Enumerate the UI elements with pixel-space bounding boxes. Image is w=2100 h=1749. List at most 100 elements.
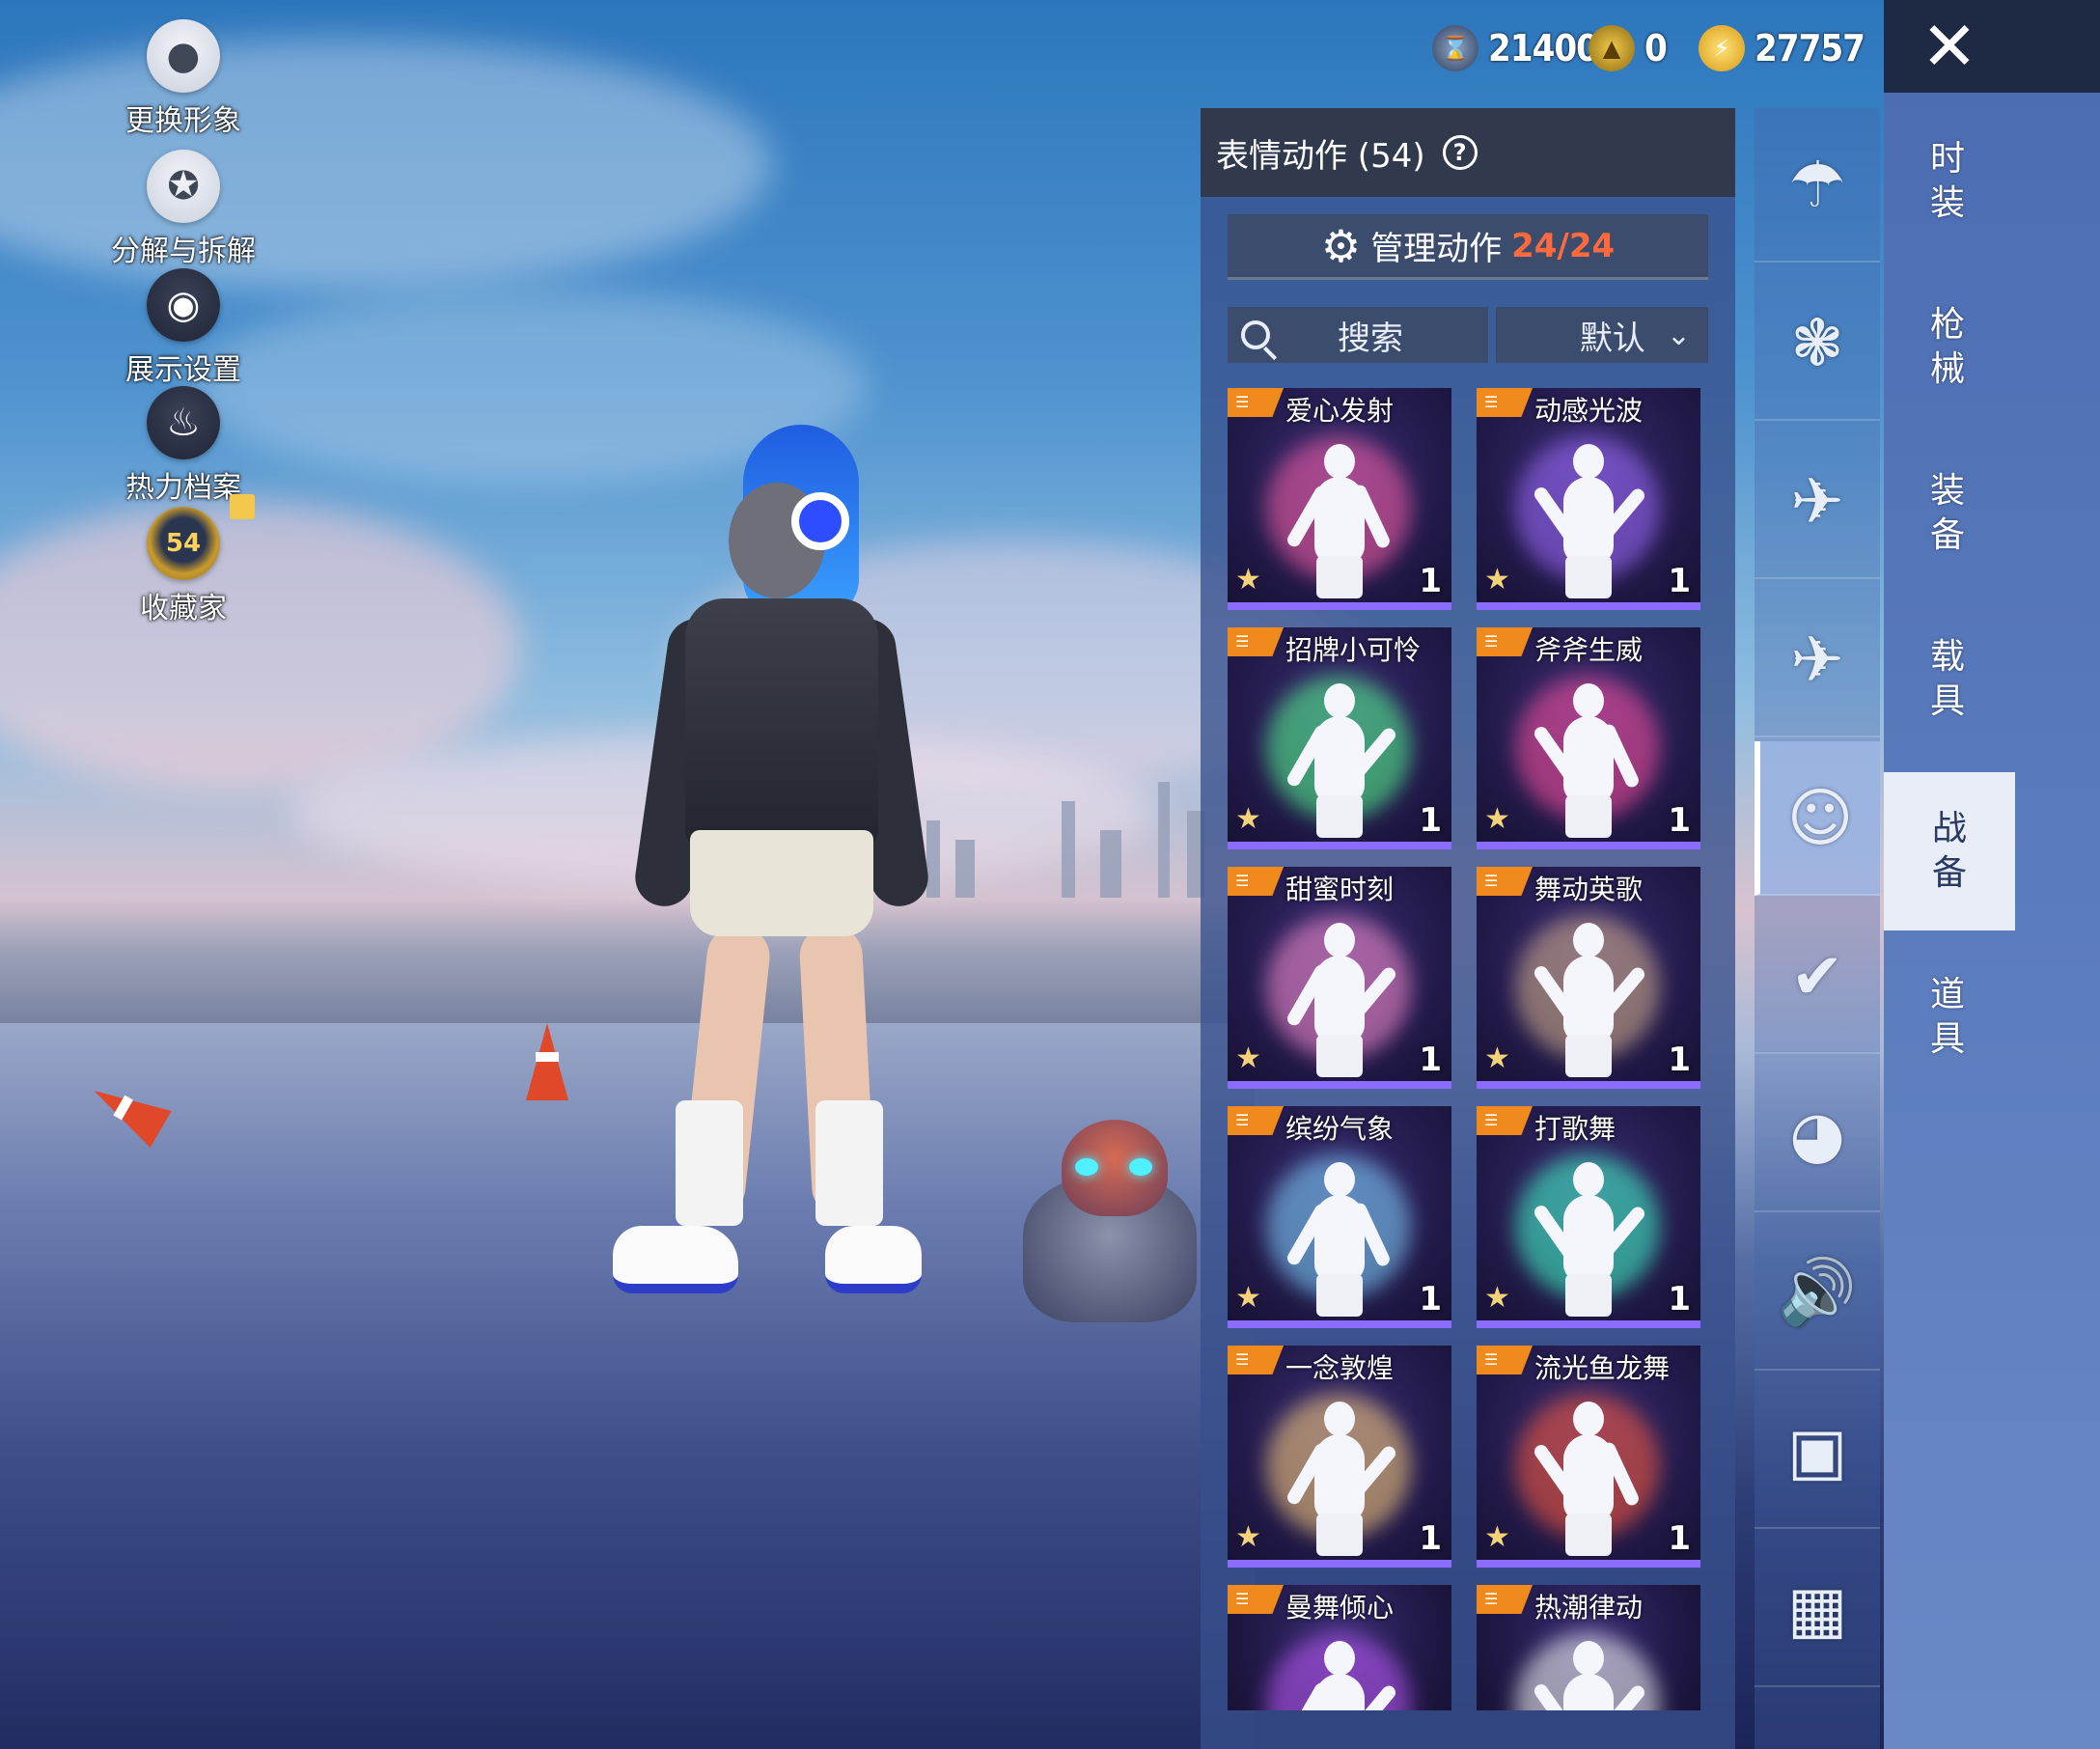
- character-sock: [676, 1100, 743, 1226]
- emote-tag-icon: ☰: [1477, 1106, 1533, 1135]
- gift-icon[interactable]: [230, 494, 255, 519]
- star-icon: ★: [1235, 1281, 1261, 1315]
- emote-count: 1: [1668, 1519, 1691, 1558]
- emote-card[interactable]: ☰ 热潮律动: [1477, 1585, 1700, 1710]
- star-icon: ★: [1484, 563, 1510, 597]
- category-label-char: 时: [1929, 139, 1965, 179]
- emote-card[interactable]: ☰ 舞动英歌 ★ 1: [1477, 867, 1700, 1089]
- figure-head: [1324, 1402, 1355, 1436]
- robot-icon: ◕: [1789, 1097, 1845, 1172]
- figure-body: [1314, 1674, 1365, 1710]
- airplane-icon: ✈: [1790, 622, 1844, 697]
- emote-card[interactable]: ☰ 打歌舞 ★ 1: [1477, 1106, 1700, 1328]
- sort-dropdown[interactable]: 默认 ⌄: [1496, 307, 1708, 363]
- left-menu-label: 更换形象: [125, 104, 241, 138]
- subcategory-skydive[interactable]: ❃: [1755, 266, 1880, 421]
- close-icon: ✕: [1920, 7, 1978, 86]
- tab-fashion[interactable]: 时装: [1884, 102, 2011, 261]
- parachute-icon: ☂: [1788, 147, 1846, 222]
- emote-card[interactable]: ☰ 动感光波 ★ 1: [1477, 388, 1700, 610]
- emote-title: 曼舞倾心: [1285, 1592, 1395, 1624]
- figure-body: [1314, 1434, 1365, 1521]
- character-shorts: [690, 830, 873, 936]
- emote-tag-icon: ☰: [1228, 1585, 1284, 1614]
- help-icon[interactable]: ?: [1442, 135, 1478, 170]
- tab-weapons[interactable]: 枪械: [1884, 268, 2011, 427]
- emote-title: 打歌舞: [1534, 1113, 1616, 1145]
- airplane-trail-icon: ✈: [1790, 463, 1844, 539]
- puzzle-icon: ✪: [147, 150, 220, 223]
- figure-body: [1563, 1674, 1614, 1710]
- emote-tag-icon: ☰: [1477, 1346, 1533, 1374]
- emote-card[interactable]: ☰ 一念敦煌 ★ 1: [1228, 1346, 1451, 1568]
- lightning-coin-icon: ⚡: [1699, 25, 1745, 71]
- category-label-char: 备: [1929, 515, 1965, 555]
- figure-head: [1324, 1641, 1355, 1676]
- category-label-char: 具: [1929, 681, 1965, 721]
- star-icon: ★: [1235, 802, 1261, 836]
- tab-items[interactable]: 道具: [1884, 938, 2011, 1097]
- emote-count: 1: [1668, 801, 1691, 840]
- change-appearance-button[interactable]: ● 更换形象: [106, 19, 261, 139]
- figure-legs: [1565, 556, 1612, 598]
- category-label-char: 械: [1929, 349, 1965, 389]
- collector-badge-icon: 54: [147, 507, 220, 580]
- emote-count: 1: [1419, 1280, 1442, 1319]
- emote-count: 1: [1419, 801, 1442, 840]
- emote-title: 热潮律动: [1534, 1592, 1644, 1624]
- pet-eye: [1129, 1158, 1152, 1176]
- figure-head: [1324, 444, 1355, 479]
- tab-combat-gear[interactable]: 战备: [1884, 772, 2015, 930]
- figure-head: [1573, 444, 1604, 479]
- subcategory-glider[interactable]: ✔: [1755, 900, 1880, 1054]
- subcategory-gallery[interactable]: ▦: [1755, 1533, 1880, 1687]
- player-character[interactable]: [598, 425, 932, 1313]
- emote-card[interactable]: ☰ 爱心发射 ★ 1: [1228, 388, 1451, 610]
- display-settings-button[interactable]: ◉ 展示设置: [106, 268, 261, 388]
- figure-head: [1324, 923, 1355, 958]
- search-input[interactable]: 搜索: [1228, 307, 1488, 363]
- figure-body: [1314, 956, 1365, 1042]
- emote-figure: [1285, 1402, 1398, 1556]
- close-button[interactable]: ✕: [1884, 0, 2100, 93]
- subcategory-emotes[interactable]: ☺: [1755, 741, 1880, 896]
- emote-card[interactable]: ☰ 甜蜜时刻 ★ 1: [1228, 867, 1451, 1089]
- currency-energy[interactable]: ⚡ 27757: [1699, 21, 1865, 75]
- figure-body: [1563, 1434, 1614, 1521]
- emote-card[interactable]: ☰ 流光鱼龙舞 ★ 1: [1477, 1346, 1700, 1568]
- category-label-char: 战: [1931, 809, 1967, 848]
- subcategory-sticker[interactable]: ▣: [1755, 1374, 1880, 1529]
- robot-pet[interactable]: [994, 1120, 1226, 1332]
- figure-body: [1563, 956, 1614, 1042]
- subcategory-airplane[interactable]: ✈: [1755, 583, 1880, 737]
- emote-card[interactable]: ☰ 招牌小可怜 ★ 1: [1228, 627, 1451, 849]
- emote-card[interactable]: ☰ 缤纷气象 ★ 1: [1228, 1106, 1451, 1328]
- emote-tag-icon: ☰: [1228, 388, 1284, 417]
- subcategory-airplane-trail[interactable]: ✈: [1755, 425, 1880, 579]
- emote-card[interactable]: ☰ 曼舞倾心: [1228, 1585, 1451, 1710]
- subcategory-parachute[interactable]: ☂: [1755, 108, 1880, 263]
- character-sock: [815, 1100, 883, 1226]
- decompose-button[interactable]: ✪ 分解与拆解: [106, 150, 261, 269]
- star-icon: ★: [1235, 1041, 1261, 1075]
- subcategory-sound[interactable]: 🔊: [1755, 1216, 1880, 1371]
- category-label-char: 载: [1929, 637, 1965, 677]
- emote-figure: [1285, 683, 1398, 838]
- subcategory-robot[interactable]: ◕: [1755, 1058, 1880, 1212]
- currency-value: 21400: [1488, 27, 1599, 69]
- tab-vehicles[interactable]: 载具: [1884, 600, 2011, 759]
- figure-head: [1573, 1402, 1604, 1436]
- tab-equipment[interactable]: 装备: [1884, 434, 2011, 593]
- star-icon: ★: [1484, 1041, 1510, 1075]
- manage-emotes-button[interactable]: ⚙ 管理动作 24/24: [1228, 214, 1708, 280]
- emote-card[interactable]: ☰ 斧斧生威 ★ 1: [1477, 627, 1700, 849]
- emote-title: 动感光波: [1534, 395, 1644, 427]
- figure-head: [1573, 923, 1604, 958]
- currency-silver[interactable]: ⌛ 21400: [1432, 21, 1599, 75]
- emote-count: 1: [1668, 562, 1691, 600]
- currency-gold[interactable]: ▲ 0: [1589, 21, 1668, 75]
- heat-profile-button[interactable]: ♨ 热力档案: [106, 386, 261, 506]
- collector-button[interactable]: 54 收藏家: [106, 507, 261, 626]
- currency-value: 0: [1644, 27, 1668, 69]
- figure-legs: [1565, 1274, 1612, 1317]
